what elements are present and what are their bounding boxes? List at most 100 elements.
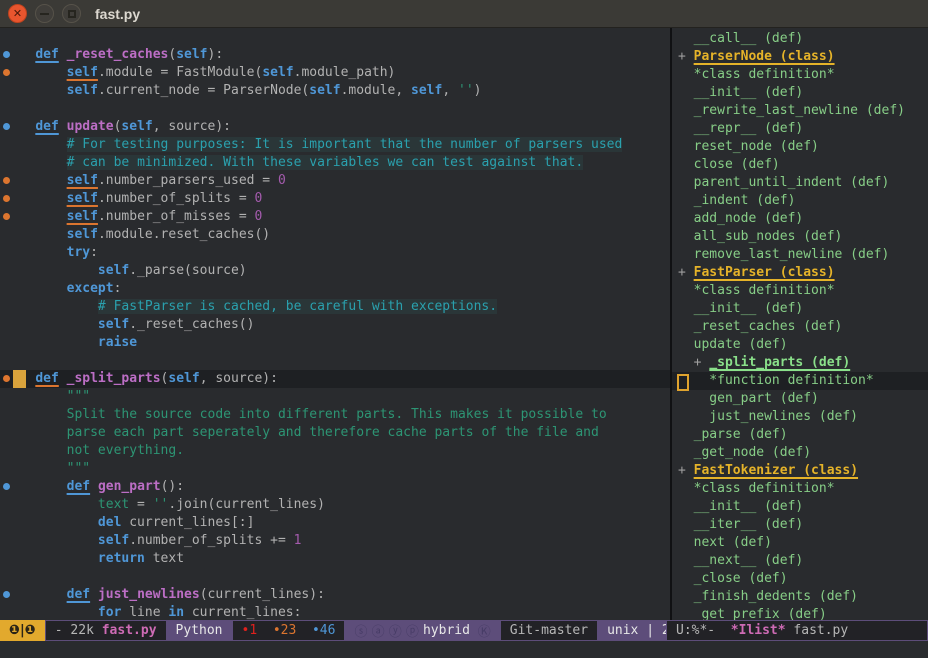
code-line[interactable]: """: [0, 460, 670, 478]
code-line[interactable]: Split the source code into different par…: [0, 406, 670, 424]
outline-item[interactable]: gen_part (def): [672, 390, 928, 408]
buffer-info-segment[interactable]: - 22k fast.py: [45, 620, 167, 641]
outline-item[interactable]: __init__ (def): [672, 300, 928, 318]
text-token: [4, 317, 98, 332]
encoding-segment[interactable]: unix | 2: [598, 620, 666, 641]
text-token: [4, 65, 67, 80]
code-line[interactable]: return text: [0, 550, 670, 568]
text-token: _reset_caches: [67, 47, 169, 62]
text-token: raise: [98, 335, 137, 350]
code-line[interactable]: # For testing purposes: It is important …: [0, 136, 670, 154]
text-token: FastParser (class): [694, 265, 835, 280]
ilist-buffer-segment[interactable]: U:%*- *Ilist* fast.py: [666, 620, 928, 641]
outline-item[interactable]: + FastParser (class): [672, 264, 928, 282]
code-line[interactable]: self.module = FastModule(self.module_pat…: [0, 64, 670, 82]
code-line[interactable]: def update(self, source):: [0, 118, 670, 136]
code-line[interactable]: self._parse(source): [0, 262, 670, 280]
code-line[interactable]: [0, 100, 670, 118]
code-line[interactable]: text = ''.join(current_lines): [0, 496, 670, 514]
code-line[interactable]: def _reset_caches(self):: [0, 46, 670, 64]
imenu-outline-pane[interactable]: __call__ (def)+ ParserNode (class) *clas…: [672, 28, 928, 620]
code-editor-pane[interactable]: def _reset_caches(self): self.module = F…: [0, 28, 670, 620]
outline-item[interactable]: *function definition*: [672, 372, 928, 390]
close-button[interactable]: ✕: [8, 4, 27, 23]
outline-item[interactable]: *class definition*: [672, 282, 928, 300]
text-token: _parse (def): [678, 427, 788, 442]
code-line-current[interactable]: def _split_parts(self, source):: [0, 370, 670, 388]
outline-item[interactable]: *class definition*: [672, 480, 928, 498]
text-token: •23: [273, 623, 296, 638]
outline-item[interactable]: _indent (def): [672, 192, 928, 210]
outline-item[interactable]: __init__ (def): [672, 498, 928, 516]
git-branch-segment[interactable]: Git-master: [500, 620, 598, 641]
text-token: _split_parts: [67, 371, 161, 386]
text-token: U:%*-: [676, 623, 731, 638]
flycheck-counts-segment[interactable]: •1 •23 •46: [232, 620, 346, 641]
outline-item[interactable]: __call__ (def): [672, 30, 928, 48]
text-token: [4, 263, 98, 278]
text-token: fast.py: [786, 623, 849, 638]
maximize-button[interactable]: [62, 4, 81, 23]
text-token: __init__ (def): [678, 301, 803, 316]
outline-item[interactable]: _get_node (def): [672, 444, 928, 462]
outline-item[interactable]: __init__ (def): [672, 84, 928, 102]
outline-item[interactable]: *class definition*: [672, 66, 928, 84]
outline-item[interactable]: __iter__ (def): [672, 516, 928, 534]
code-line[interactable]: parse each part seperately and therefore…: [0, 424, 670, 442]
outline-item[interactable]: _close (def): [672, 570, 928, 588]
outline-item[interactable]: __next__ (def): [672, 552, 928, 570]
outline-item[interactable]: reset_node (def): [672, 138, 928, 156]
code-line[interactable]: [0, 568, 670, 586]
code-line[interactable]: self.number_of_splits += 1: [0, 532, 670, 550]
outline-item[interactable]: next (def): [672, 534, 928, 552]
outline-item[interactable]: close (def): [672, 156, 928, 174]
code-line[interactable]: raise: [0, 334, 670, 352]
text-token: try: [67, 245, 90, 260]
text-token: Split the source code into different par…: [67, 407, 607, 422]
code-line[interactable]: del current_lines[:]: [0, 514, 670, 532]
major-mode-segment[interactable]: Python: [167, 620, 232, 641]
text-token: _finish_dedents (def): [678, 589, 858, 604]
outline-item[interactable]: _rewrite_last_newline (def): [672, 102, 928, 120]
outline-item[interactable]: _reset_caches (def): [672, 318, 928, 336]
outline-item[interactable]: all_sub_nodes (def): [672, 228, 928, 246]
code-line[interactable]: # can be minimized. With these variables…: [0, 154, 670, 172]
code-line[interactable]: self.number_of_misses = 0: [0, 208, 670, 226]
minor-modes-segment[interactable]: ⓢ ⓐ ⓨ ⓟ hybrid Ⓚ: [345, 620, 499, 641]
text-token: in: [168, 605, 184, 620]
outline-item[interactable]: __repr__ (def): [672, 120, 928, 138]
code-line[interactable]: self.module.reset_caches(): [0, 226, 670, 244]
outline-item[interactable]: add_node (def): [672, 210, 928, 228]
outline-item[interactable]: update (def): [672, 336, 928, 354]
outline-item[interactable]: remove_last_newline (def): [672, 246, 928, 264]
outline-item[interactable]: _parse (def): [672, 426, 928, 444]
text-token: ._parse(source): [129, 263, 246, 278]
code-line[interactable]: def just_newlines(current_lines):: [0, 586, 670, 604]
code-line[interactable]: for line in current_lines:: [0, 604, 670, 620]
code-line[interactable]: except:: [0, 280, 670, 298]
outline-item[interactable]: _get_prefix (def): [672, 606, 928, 620]
minimize-button[interactable]: [35, 4, 54, 23]
text-token: self: [67, 173, 98, 188]
code-line[interactable]: self.number_parsers_used = 0: [0, 172, 670, 190]
code-line[interactable]: self._reset_caches(): [0, 316, 670, 334]
text-token: _close (def): [678, 571, 788, 586]
code-line[interactable]: self.current_node = ParserNode(self.modu…: [0, 82, 670, 100]
window-number-segment[interactable]: ❶|❶: [0, 620, 45, 641]
text-token: (current_lines):: [200, 587, 325, 602]
outline-item[interactable]: _finish_dedents (def): [672, 588, 928, 606]
code-line[interactable]: """: [0, 388, 670, 406]
code-line[interactable]: not everything.: [0, 442, 670, 460]
outline-item[interactable]: + FastTokenizer (class): [672, 462, 928, 480]
code-line[interactable]: try:: [0, 244, 670, 262]
code-line[interactable]: self.number_of_splits = 0: [0, 190, 670, 208]
code-line[interactable]: def gen_part():: [0, 478, 670, 496]
text-token: line: [121, 605, 168, 620]
outline-item[interactable]: parent_until_indent (def): [672, 174, 928, 192]
outline-item[interactable]: + ParserNode (class): [672, 48, 928, 66]
outline-item[interactable]: + _split_parts (def): [672, 354, 928, 372]
outline-item[interactable]: just_newlines (def): [672, 408, 928, 426]
code-line[interactable]: # FastParser is cached, be careful with …: [0, 298, 670, 316]
code-line[interactable]: [0, 28, 670, 46]
code-line[interactable]: [0, 352, 670, 370]
